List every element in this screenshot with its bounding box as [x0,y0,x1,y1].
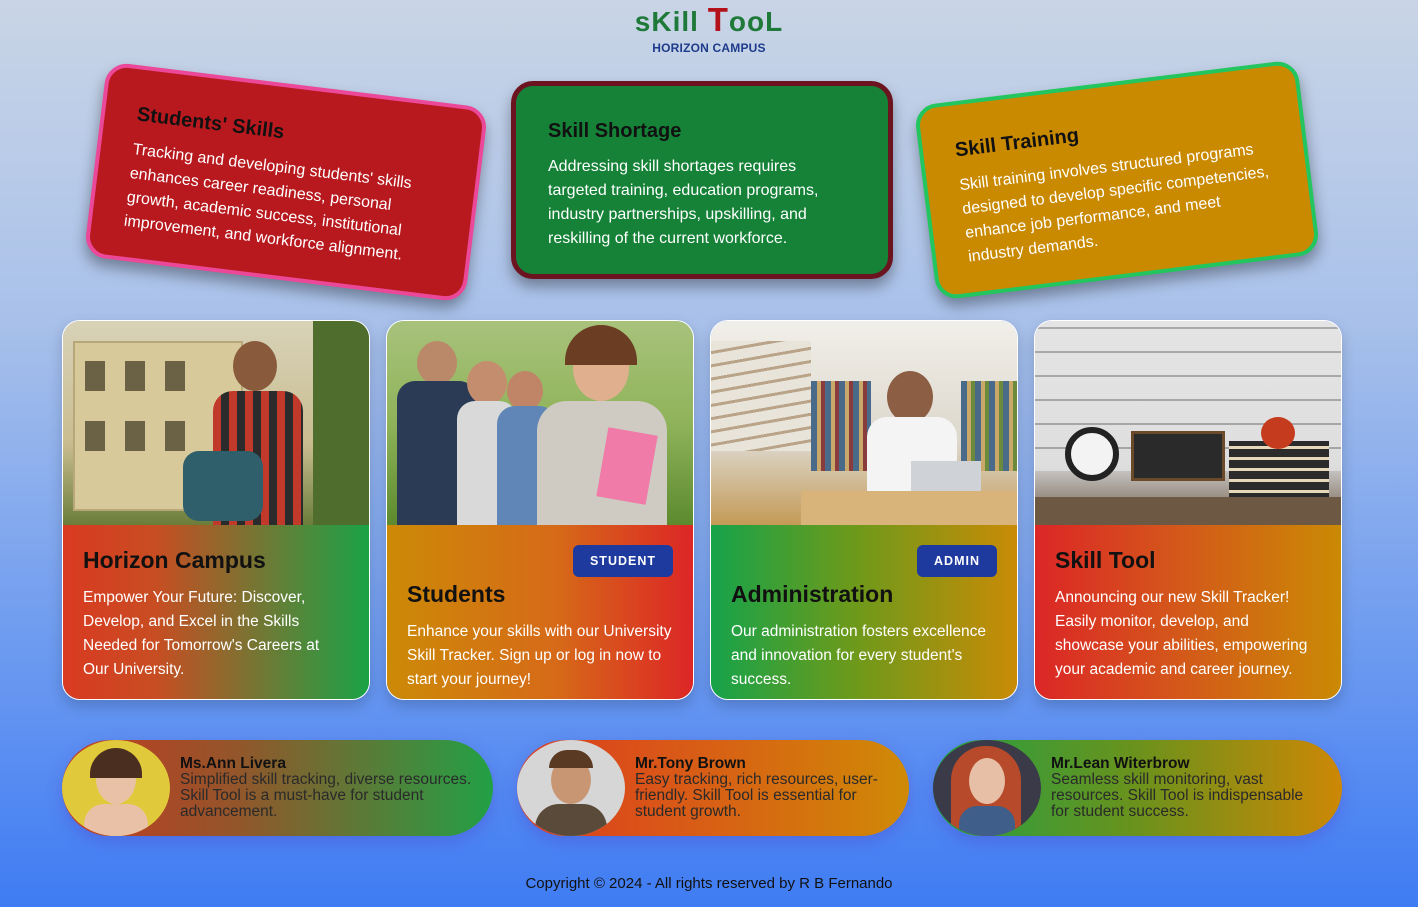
logo-title: sKill TooL [0,2,1418,40]
avatar [933,740,1041,836]
logo-subtitle: HORIZON CAMPUS [652,41,766,55]
feature-card-horizon-campus[interactable]: Horizon Campus Empower Your Future: Disc… [62,320,370,700]
feature-card-body: Horizon Campus Empower Your Future: Disc… [63,525,369,699]
feature-card-title: Administration [731,581,894,607]
feature-card-text: Enhance your skills with our University … [407,623,672,688]
footer-copyright: Copyright © 2024 - All rights reserved b… [525,875,893,892]
info-card-title: Skill Shortage [548,120,682,142]
testimonial-name: Mr.Tony Brown [635,754,746,772]
student-badge-button[interactable]: STUDENT [572,545,673,577]
feature-card-skill-tool[interactable]: Skill Tool Announcing our new Skill Trac… [1034,320,1342,700]
info-card-skill-training: Skill Training Skill training involves s… [913,59,1321,301]
testimonial-quote: Simplified skill tracking, diverse resou… [180,770,472,820]
feature-card-body: Skill Tool Announcing our new Skill Trac… [1035,525,1341,699]
logo-text-c: T [707,1,729,38]
feature-card-body: STUDENT Students Enhance your skills wit… [387,525,693,699]
feature-card-text: Announcing our new Skill Tracker! Easily… [1055,589,1308,678]
testimonial-name: Ms.Ann Livera [180,754,286,772]
feature-card-title: Horizon Campus [83,547,266,573]
feature-card-text: Empower Your Future: Discover, Develop, … [83,589,320,678]
avatar [517,740,625,836]
feature-card-text: Our administration fosters excellence an… [731,623,987,688]
testimonial-tony-brown: Mr.Tony Brown Easy tracking, rich resour… [517,740,909,836]
avatar [62,740,170,836]
site-logo[interactable]: sKill TooL HORIZON CAMPUS [0,2,1418,56]
back-to-school-photo [1035,321,1341,525]
testimonial-quote: Easy tracking, rich resources, user-frie… [635,770,878,820]
logo-text-b: ill [672,6,708,37]
testimonial-quote: Seamless skill monitoring, vast resource… [1051,770,1304,820]
feature-card-title: Students [407,581,506,607]
campus-student-photo [63,321,369,525]
info-card-skill-shortage: Skill Shortage Addressing skill shortage… [511,81,893,279]
feature-card-title: Skill Tool [1055,547,1156,573]
testimonial-ann-livera: Ms.Ann Livera Simplified skill tracking,… [62,740,493,836]
logo-text-d: ooL [728,6,784,37]
feature-card-body: ADMIN Administration Our administration … [711,525,1017,699]
testimonial-lean-witerbrow: Mr.Lean Witerbrow Seamless skill monitor… [933,740,1342,836]
feature-card-students[interactable]: STUDENT Students Enhance your skills wit… [386,320,694,700]
students-group-photo [387,321,693,525]
logo-text-a: sK [634,6,673,37]
feature-card-administration[interactable]: ADMIN Administration Our administration … [710,320,1018,700]
info-card-students-skills: Students' Skills Tracking and developing… [83,61,489,303]
info-card-text: Addressing skill shortages requires targ… [548,158,819,247]
admin-laptop-photo [711,321,1017,525]
admin-badge-button[interactable]: ADMIN [917,545,997,577]
testimonial-name: Mr.Lean Witerbrow [1051,754,1190,772]
